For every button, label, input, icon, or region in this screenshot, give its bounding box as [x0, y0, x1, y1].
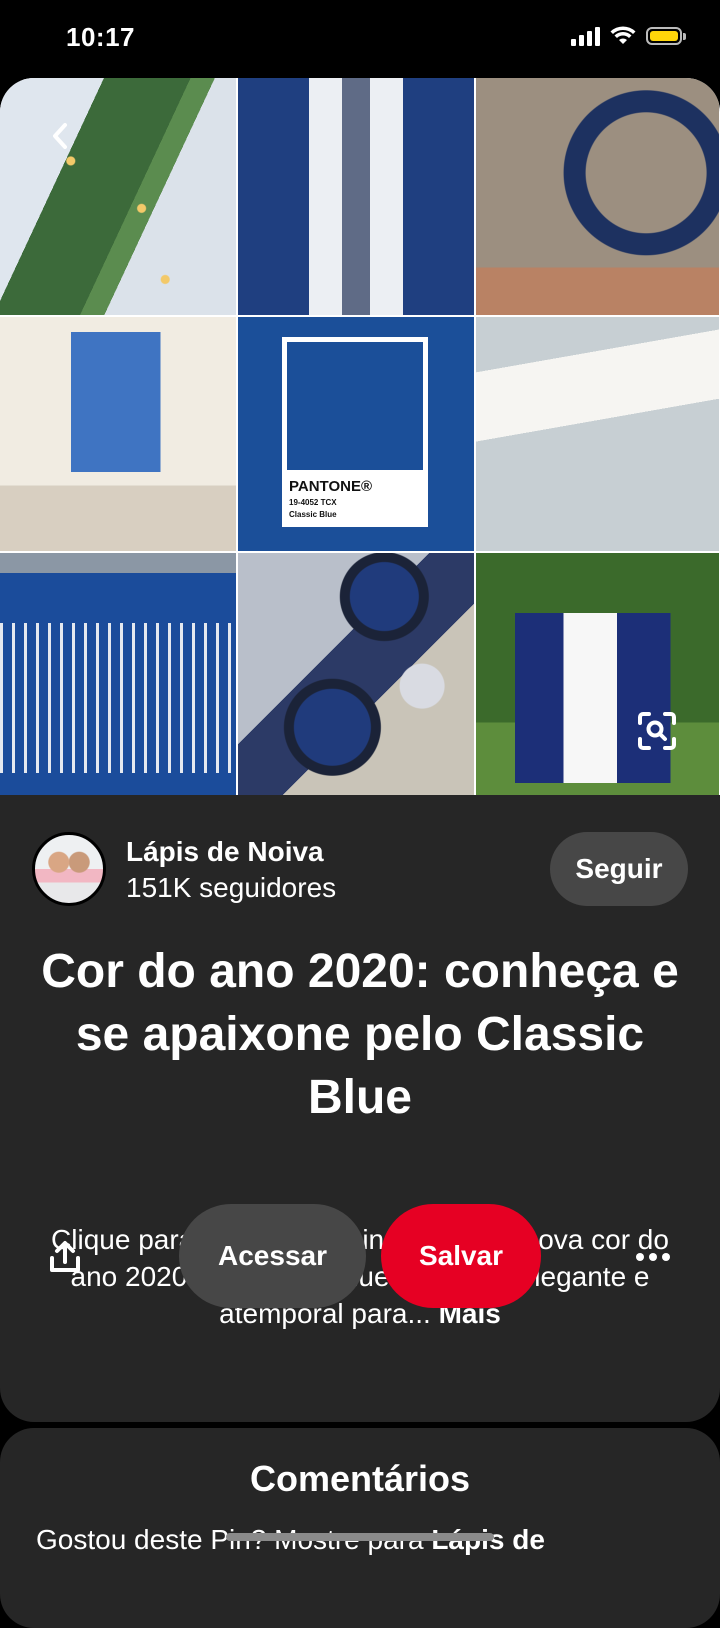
creator-followers: 151K seguidores — [126, 872, 337, 903]
ellipsis-dot — [662, 1253, 670, 1261]
visual-search-icon — [638, 712, 676, 750]
creator-row: Lápis de Noiva 151K seguidores Seguir — [32, 832, 688, 908]
pantone-code: 19-4052 TCX — [289, 498, 337, 507]
share-icon — [50, 1241, 80, 1272]
back-button[interactable] — [40, 116, 80, 156]
battery-icon — [646, 27, 686, 45]
save-button[interactable]: Salvar — [381, 1204, 541, 1308]
ellipsis-dot — [636, 1253, 644, 1261]
groom-suit-image — [238, 78, 474, 315]
more-options-button[interactable] — [628, 1234, 678, 1280]
comments-card: Comentários Gostou deste Pin? Mostre par… — [0, 1428, 720, 1628]
comments-title: Comentários — [249, 1458, 471, 1499]
pantone-brand: PANTONE® — [289, 478, 373, 495]
escort-card-wall-image — [0, 553, 236, 795]
creator-name[interactable]: Lápis de Noiva — [126, 836, 324, 868]
pantone-color-name: Classic Blue — [289, 510, 337, 519]
pin-image-collage[interactable]: PANTONE® 19-4052 TCX Classic Blue — [0, 78, 720, 795]
blue-cake-image — [0, 317, 236, 551]
creator-avatar[interactable] — [32, 832, 106, 906]
actions-row: Acessar Salvar — [0, 1204, 720, 1308]
pin-title: Cor do ano 2020: conheça e se apaixone p… — [41, 945, 679, 1124]
visit-button[interactable]: Acessar — [179, 1204, 366, 1308]
chevron-left-icon — [53, 123, 67, 149]
table-setting-image — [0, 78, 236, 315]
wifi-icon — [610, 26, 636, 44]
bridesmaids-image — [476, 553, 719, 795]
pantone-chip: PANTONE® 19-4052 TCX Classic Blue — [282, 337, 428, 527]
status-time: 10:17 — [66, 22, 135, 52]
ellipsis-dot — [649, 1253, 657, 1261]
share-button[interactable] — [42, 1234, 88, 1280]
status-bar: 10:17 — [0, 0, 720, 78]
home-indicator[interactable] — [226, 1533, 494, 1541]
moon-backdrop-image — [476, 78, 719, 315]
pantone-swatch — [287, 342, 423, 470]
cellular-signal-icon — [571, 26, 600, 46]
battery-level — [650, 31, 678, 41]
visual-search-button[interactable] — [626, 700, 688, 762]
follow-button[interactable]: Seguir — [550, 832, 688, 906]
wedding-invitations-image — [476, 317, 719, 551]
constellation-plates-image — [238, 553, 474, 795]
pantone-classic-blue-image: PANTONE® 19-4052 TCX Classic Blue — [238, 317, 474, 551]
status-icons — [571, 26, 686, 46]
